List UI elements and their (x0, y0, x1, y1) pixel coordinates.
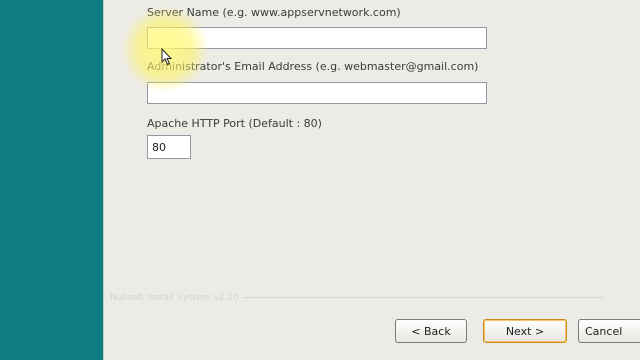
cancel-button[interactable]: Cancel (578, 319, 640, 343)
installer-window (103, 0, 640, 360)
next-button[interactable]: Next > (483, 319, 567, 343)
http-port-label: Apache HTTP Port (Default : 80) (147, 117, 322, 130)
desktop-background (0, 0, 103, 360)
branding-text: Nullsoft Install System v2.10 (110, 293, 239, 303)
installer-branding: Nullsoft Install System v2.10 (110, 293, 603, 303)
branding-divider (242, 297, 603, 298)
http-port-input[interactable] (147, 135, 191, 159)
admin-email-label: Administrator's Email Address (e.g. webm… (147, 60, 479, 73)
admin-email-input[interactable] (147, 82, 487, 104)
server-name-label: Server Name (e.g. www.appservnetwork.com… (147, 6, 401, 19)
back-button[interactable]: < Back (395, 319, 467, 343)
server-name-input[interactable] (147, 27, 487, 49)
